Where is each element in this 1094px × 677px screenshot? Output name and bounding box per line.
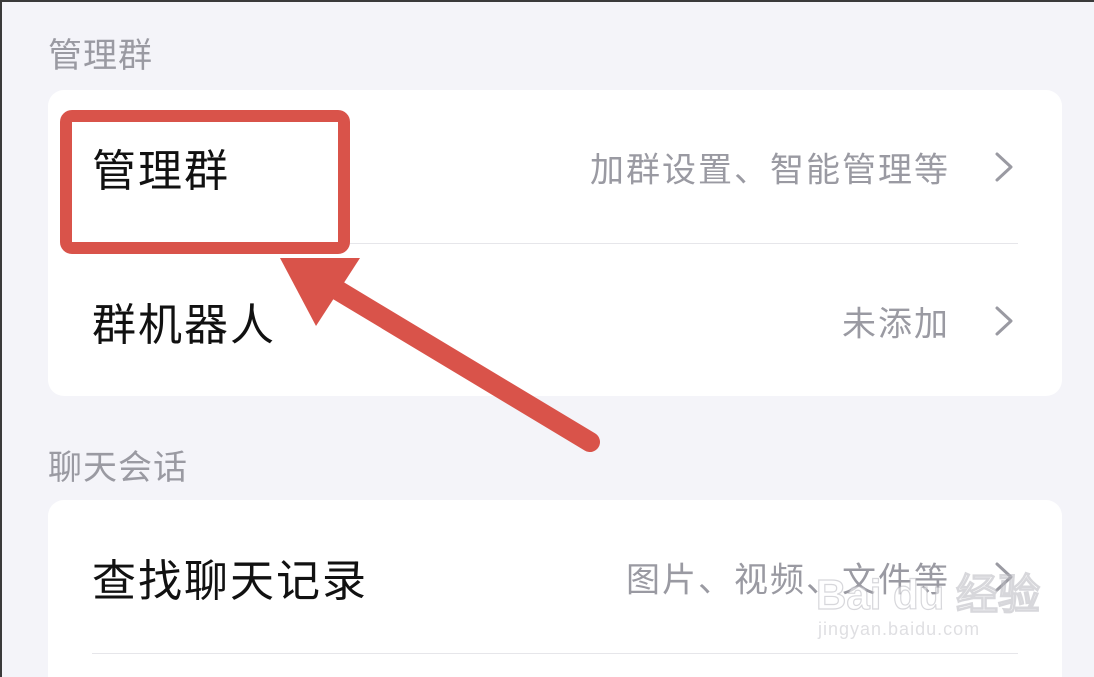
search-chat-history-label: 查找聊天记录 <box>92 556 368 607</box>
chevron-right-icon <box>995 306 1013 336</box>
manage-group-value: 加群设置、智能管理等 <box>590 150 950 191</box>
manage-group-label: 管理群 <box>92 146 230 197</box>
manage-group-card: 管理群 加群设置、智能管理等 群机器人 未添加 <box>48 90 1062 396</box>
row-group-robot[interactable]: 群机器人 未添加 <box>48 244 1062 396</box>
baidu-jingyan-watermark: Bai du 经验 jingyan.baidu.com <box>815 561 1040 651</box>
row-manage-group[interactable]: 管理群 加群设置、智能管理等 <box>48 90 1062 244</box>
group-robot-value: 未添加 <box>842 304 950 345</box>
section-title-chat: 聊天会话 <box>48 448 188 488</box>
watermark-logo: Bai du 经验 <box>815 570 1041 618</box>
group-robot-label: 群机器人 <box>92 300 276 351</box>
row-divider <box>92 653 1018 654</box>
chevron-right-icon <box>995 152 1013 182</box>
watermark-url: jingyan.baidu.com <box>818 619 981 639</box>
group-settings-screen: 管理群 管理群 加群设置、智能管理等 群机器人 未添加 聊天会话 查找聊天记录 … <box>0 0 1094 677</box>
section-title-manage-group: 管理群 <box>48 36 153 76</box>
